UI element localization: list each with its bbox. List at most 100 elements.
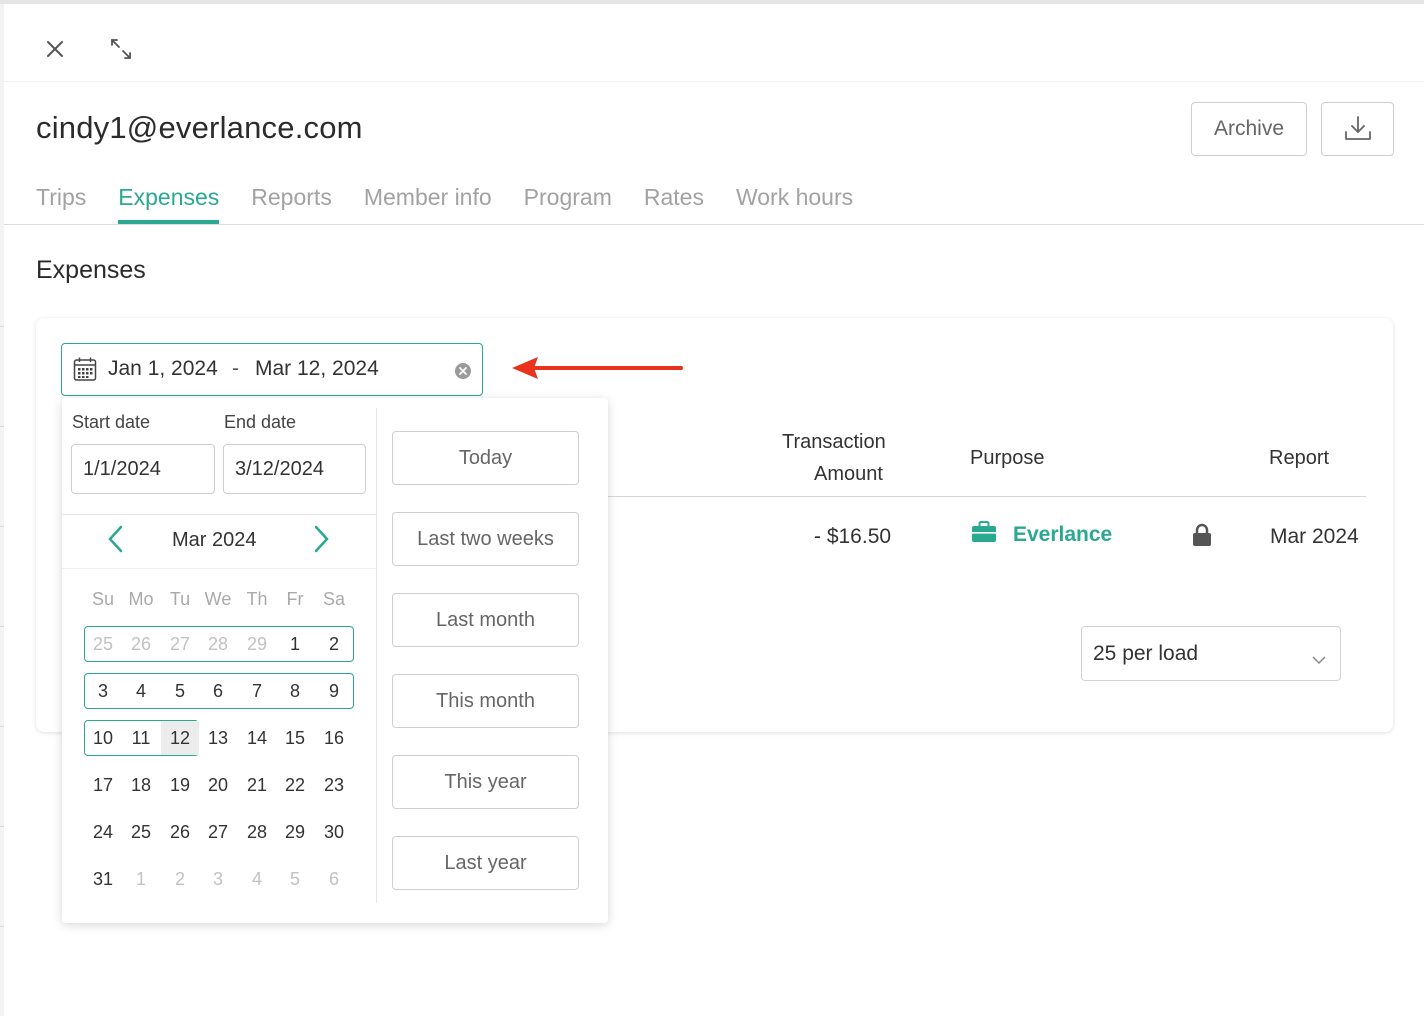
calendar-day[interactable]: 17 — [84, 768, 122, 802]
calendar-icon — [73, 356, 97, 387]
calendar-day[interactable]: 6 — [315, 862, 353, 896]
date-picker-popup: Start date End date Mar 2024 Su Mo Tu We Th F… — [62, 398, 608, 923]
calendar-day[interactable]: 25 — [122, 815, 160, 849]
calendar-day[interactable]: 26 — [161, 815, 199, 849]
calendar-day[interactable]: 4 — [238, 862, 276, 896]
tab-bar: Trips Expenses Reports Member info Progr… — [36, 184, 853, 225]
calendar-day[interactable]: 27 — [199, 815, 237, 849]
preset-today-button[interactable]: Today — [392, 431, 579, 485]
start-date-label: Start date — [72, 412, 151, 432]
calendar-day[interactable]: 24 — [84, 815, 122, 849]
range-end-text: Mar 12, 2024 — [255, 357, 379, 380]
end-date-input[interactable] — [223, 444, 366, 494]
chevron-left-icon — [107, 525, 123, 558]
window-controls — [40, 32, 136, 66]
purpose-label[interactable]: Everlance — [1013, 523, 1112, 547]
tab-member-info[interactable]: Member info — [364, 184, 492, 225]
calendar-day[interactable]: 25 — [84, 627, 122, 661]
preset-last-year-button[interactable]: Last year — [392, 836, 579, 890]
section-title: Expenses — [36, 256, 146, 284]
month-label: Mar 2024 — [172, 529, 257, 551]
calendar-day[interactable]: 8 — [276, 674, 314, 708]
calendar-day[interactable]: 26 — [122, 627, 160, 661]
calendar-day[interactable]: 28 — [199, 627, 237, 661]
chevron-right-icon — [314, 525, 330, 558]
weekday-label: Fr — [286, 589, 304, 609]
purpose-cell: Everlance — [971, 521, 1112, 548]
calendar-day[interactable]: 3 — [84, 674, 122, 708]
preset-last-two-weeks-button[interactable]: Last two weeks — [392, 512, 579, 566]
table-header-divider — [608, 496, 1366, 497]
calendar-day[interactable]: 28 — [238, 815, 276, 849]
calendar-day[interactable]: 14 — [238, 721, 276, 755]
calendar-day[interactable]: 16 — [315, 721, 353, 755]
per-load-select[interactable]: 25 per load — [1081, 626, 1341, 681]
calendar-day[interactable]: 1 — [122, 862, 160, 896]
calendar-day[interactable]: 13 — [199, 721, 237, 755]
download-button[interactable] — [1321, 102, 1394, 156]
date-range-picker[interactable]: Jan 1, 2024 - Mar 12, 2024 — [61, 343, 483, 396]
weekday-label: Tu — [169, 589, 191, 609]
calendar-day[interactable]: 2 — [315, 627, 353, 661]
report-month: Mar 2024 — [1270, 525, 1359, 548]
calendar-day[interactable]: 2 — [161, 862, 199, 896]
calendar-day[interactable]: 21 — [238, 768, 276, 802]
calendar-day[interactable]: 29 — [238, 627, 276, 661]
month-nav-divider — [62, 568, 376, 569]
next-month-button[interactable] — [307, 525, 337, 558]
header-divider — [4, 81, 1424, 82]
header-purpose: Purpose — [970, 447, 1045, 469]
transaction-amount: - $16.50 — [814, 525, 892, 548]
calendar-day[interactable]: 29 — [276, 815, 314, 849]
left-border — [0, 4, 4, 1016]
calendar-day[interactable]: 23 — [315, 768, 353, 802]
close-icon[interactable] — [40, 34, 70, 64]
calendar-day[interactable]: 31 — [84, 862, 122, 896]
weekday-label: Su — [91, 589, 115, 609]
calendar-day[interactable]: 18 — [122, 768, 160, 802]
calendar-day[interactable]: 30 — [315, 815, 353, 849]
calendar-day[interactable]: 10 — [84, 721, 122, 755]
calendar-day[interactable]: 1 — [276, 627, 314, 661]
preset-this-year-button[interactable]: This year — [392, 755, 579, 809]
tab-expenses[interactable]: Expenses — [118, 184, 220, 225]
weekday-label: Mo — [128, 589, 154, 609]
calendar-day[interactable]: 4 — [122, 674, 160, 708]
page-title: cindy1@everlance.com — [36, 110, 363, 145]
calendar-day[interactable]: 20 — [199, 768, 237, 802]
calendar-day[interactable]: 22 — [276, 768, 314, 802]
calendar-day[interactable]: 7 — [238, 674, 276, 708]
header-report: Report — [1269, 447, 1330, 469]
prev-month-button[interactable] — [100, 525, 130, 558]
tab-trips[interactable]: Trips — [36, 184, 86, 225]
calendar-day[interactable]: 5 — [161, 674, 199, 708]
calendar-day[interactable]: 15 — [276, 721, 314, 755]
calendar-day[interactable]: 6 — [199, 674, 237, 708]
calendar-day[interactable]: 5 — [276, 862, 314, 896]
calendar-day[interactable]: 3 — [199, 862, 237, 896]
lock-icon — [1192, 523, 1212, 552]
picker-inputs-divider — [62, 514, 376, 515]
header-amount: Amount — [814, 463, 883, 485]
calendar-day[interactable]: 11 — [122, 721, 160, 755]
archive-button[interactable]: Archive — [1191, 102, 1307, 156]
calendar-day[interactable]: 27 — [161, 627, 199, 661]
weekday-label: We — [204, 589, 232, 609]
calendar-day[interactable]: 19 — [161, 768, 199, 802]
expand-icon[interactable] — [106, 34, 136, 64]
start-date-input[interactable] — [71, 444, 215, 494]
tab-program[interactable]: Program — [524, 184, 612, 225]
calendar-day[interactable]: 9 — [315, 674, 353, 708]
calendar-day[interactable]: 12 — [161, 721, 199, 755]
tab-work-hours[interactable]: Work hours — [736, 184, 853, 225]
clear-icon[interactable] — [454, 362, 472, 380]
weekday-label: Th — [246, 589, 268, 609]
tab-reports[interactable]: Reports — [251, 184, 332, 225]
tab-rates[interactable]: Rates — [644, 184, 704, 225]
briefcase-icon — [971, 521, 997, 548]
header-transaction: Transaction — [782, 431, 886, 453]
range-start-text: Jan 1, 2024 — [108, 357, 218, 380]
preset-last-month-button[interactable]: Last month — [392, 593, 579, 647]
preset-this-month-button[interactable]: This month — [392, 674, 579, 728]
picker-divider — [376, 408, 377, 903]
